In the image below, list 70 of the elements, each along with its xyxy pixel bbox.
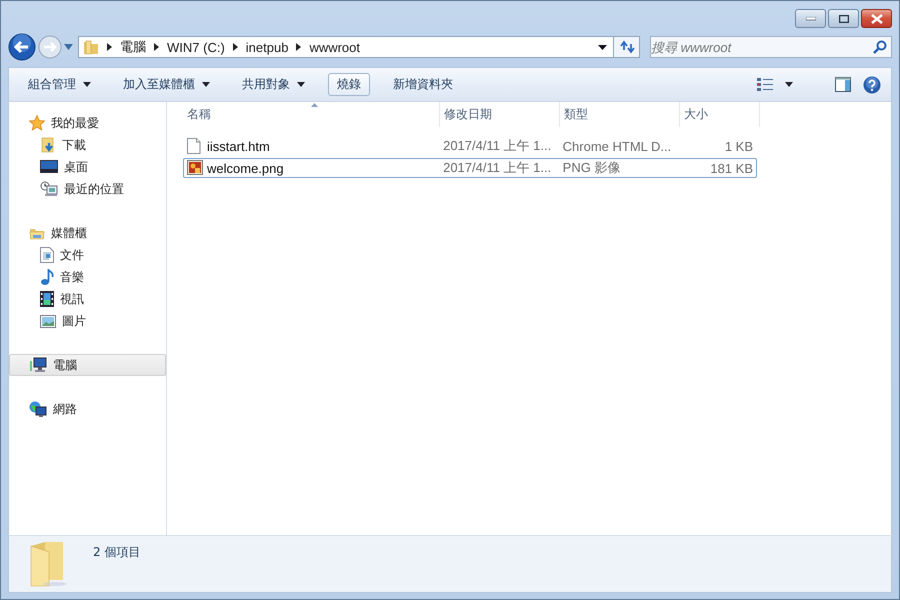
modified-date: 2017/4/11 上午 1... (442, 137, 552, 155)
column-header[interactable]: 名稱 (183, 102, 440, 127)
sidebar-item[interactable]: 音樂 (9, 266, 166, 288)
back-button-icon[interactable] (8, 33, 36, 61)
music-note-icon (40, 269, 54, 285)
sidebar-item[interactable]: 網路 (9, 398, 166, 420)
modified-date: 2017/4/11 上午 1... (442, 159, 552, 177)
refresh-icon (618, 40, 634, 54)
search-icon[interactable] (873, 40, 887, 54)
item-count: 2 個項目 (93, 544, 140, 561)
close-button[interactable] (861, 9, 892, 28)
document-icon (40, 247, 54, 263)
globe-monitor-icon (29, 400, 47, 418)
file-row[interactable]: iisstart.htm 2017/4/11 上午 1... Chrome HTML D... 1 KB (183, 136, 757, 156)
sidebar-item[interactable]: 下載 (9, 134, 166, 156)
star-icon (29, 115, 45, 131)
breadcrumb-item[interactable]: 電腦 (120, 38, 146, 56)
column-header[interactable]: 大小 (680, 102, 760, 127)
maximize-button[interactable] (828, 9, 859, 28)
search-field[interactable]: 搜尋 wwwroot (650, 36, 892, 58)
sidebar-item[interactable]: 電腦 (9, 354, 166, 376)
toolbar-button[interactable]: 加入至媒體櫃 (114, 73, 219, 96)
toolbar-button[interactable]: 組合管理 (19, 73, 100, 96)
minimize-button[interactable] (795, 9, 826, 28)
computer-icon (29, 357, 47, 373)
file-size: 181 KB (709, 160, 754, 176)
minimize-icon (806, 16, 816, 20)
folder-icon (83, 39, 99, 55)
image-icon (40, 314, 56, 328)
breadcrumb-item[interactable]: WIN7 (C:) (167, 40, 225, 54)
close-icon (870, 14, 882, 24)
sidebar-item[interactable]: 媒體櫃 (9, 222, 166, 244)
address-bar[interactable]: 電腦 WIN7 (C:) inetpub wwwroot (78, 36, 614, 58)
chevron-right-icon[interactable] (154, 43, 159, 51)
sidebar-item[interactable]: 文件 (9, 244, 166, 266)
sidebar-item[interactable]: 我的最愛 (9, 112, 166, 134)
maximize-icon (838, 14, 848, 22)
toolbar-button[interactable]: 燒錄 (328, 73, 370, 96)
desktop-icon (40, 160, 58, 174)
sidebar-item[interactable]: 圖片 (9, 310, 166, 332)
refresh-button[interactable] (614, 36, 640, 58)
file-type: PNG 影像 (562, 159, 622, 177)
file-row[interactable]: welcome.png 2017/4/11 上午 1... PNG 影像 181 KB (183, 158, 757, 178)
dropdown-icon[interactable] (785, 82, 793, 87)
file-size: 1 KB (724, 138, 754, 154)
breadcrumb-item[interactable]: inetpub (246, 40, 288, 54)
download-folder-icon (40, 137, 56, 153)
column-header[interactable]: 修改日期 (440, 102, 560, 127)
film-icon (40, 291, 54, 307)
help-icon[interactable] (863, 76, 881, 94)
toolbar-button[interactable]: 新增資料夾 (384, 73, 462, 96)
file-name: iisstart.htm (207, 138, 270, 154)
sidebar-item[interactable]: 桌面 (9, 156, 166, 178)
dropdown-icon[interactable] (598, 44, 607, 50)
sidebar-item[interactable]: 視訊 (9, 288, 166, 310)
sidebar-item[interactable]: 最近的位置 (9, 178, 166, 200)
breadcrumb-item[interactable]: wwwroot (309, 40, 360, 54)
file-icon (187, 138, 203, 154)
file-name: welcome.png (207, 160, 284, 176)
chevron-right-icon[interactable] (296, 43, 302, 51)
toolbar-button[interactable]: 共用對象 (233, 73, 314, 96)
chevron-right-icon[interactable] (107, 43, 112, 51)
recent-places-icon (40, 181, 58, 197)
chevron-right-icon[interactable] (232, 43, 238, 51)
image-file-icon (187, 160, 203, 176)
preview-pane-icon[interactable] (835, 77, 851, 92)
view-list-icon[interactable] (757, 78, 773, 92)
history-dropdown-icon[interactable] (64, 44, 73, 50)
column-header[interactable]: 類型 (560, 102, 680, 127)
file-type: Chrome HTML D... (562, 138, 672, 154)
